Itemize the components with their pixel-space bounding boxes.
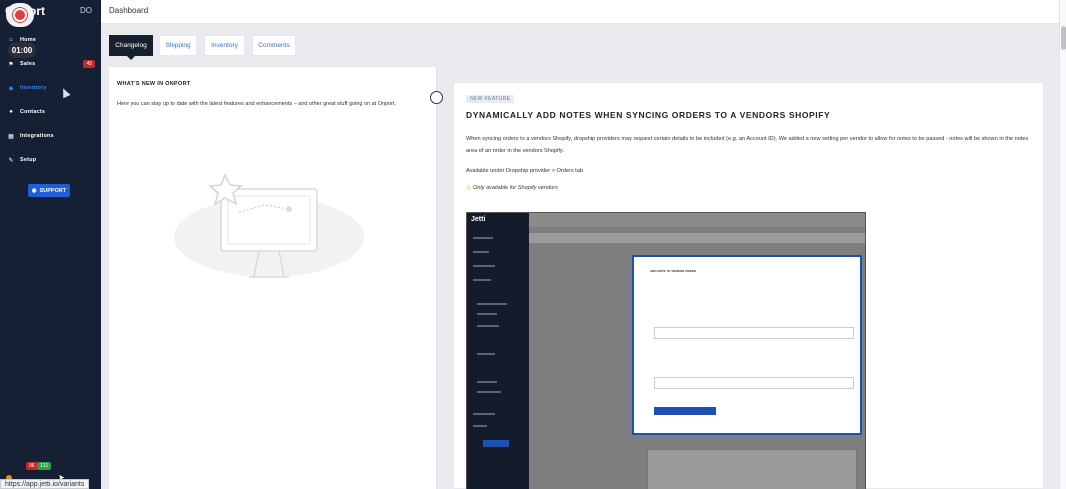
whats-new-heading: WHAT'S NEW IN ONPORT — [117, 81, 191, 87]
screenshot-tabs — [529, 233, 865, 243]
screenshot-modal: ADD NOTE TO VENDOR ORDER — [632, 255, 862, 435]
screenshot-field — [654, 327, 854, 339]
app-root: Onport DO ⌂ Home ⚑ Sales 45 ◆ Inventory … — [0, 0, 1066, 489]
support-label: SUPPORT — [39, 187, 67, 194]
page-title: Dashboard — [109, 6, 149, 15]
sidebar-item-inventory[interactable]: ◆ Inventory — [0, 81, 101, 95]
screenshot-nav-line — [477, 353, 495, 355]
tab-comments[interactable]: Comments — [252, 35, 296, 56]
tab-changelog[interactable]: Changelog — [109, 35, 153, 60]
screenshot-nav-line — [477, 303, 507, 305]
feature-paragraph: When syncing orders to a vendors Shopify… — [466, 136, 1029, 154]
new-feature-tag: NEW FEATURE — [466, 95, 515, 103]
user-icon: ● — [9, 109, 13, 115]
flag-icon: ⚑ — [8, 61, 14, 68]
tab-shipping[interactable]: Shipping — [159, 35, 197, 56]
screenshot-field — [654, 377, 854, 389]
feature-note-text: Only available for Shopify vendors — [473, 185, 558, 191]
whats-new-description: Here you can stay up to date with the la… — [117, 101, 397, 107]
whats-new-panel: WHAT'S NEW IN ONPORT Here you can stay u… — [109, 67, 436, 489]
screenshot-nav-line — [477, 325, 499, 327]
timeline-dot-icon — [430, 91, 443, 104]
screenshot-topbar — [529, 213, 865, 227]
screenshot-nav-line — [477, 313, 497, 315]
screenshot-nav-line — [477, 391, 501, 393]
sidebar-item-label: Inventory — [20, 85, 47, 91]
support-icon: ◉ — [31, 187, 37, 194]
feature-screenshot: Jetti ADD NOTE TO VENDOR ORDER — [466, 212, 866, 489]
screenshot-lower-section — [647, 449, 857, 489]
screenshot-nav-line — [473, 265, 495, 267]
record-icon — [13, 8, 27, 22]
sales-count-badge: 45 — [83, 60, 95, 68]
sidebar: Onport DO ⌂ Home ⚑ Sales 45 ◆ Inventory … — [0, 0, 101, 489]
sidebar-item-label: Setup — [20, 157, 37, 163]
sidebar-item-integrations[interactable]: ▦ Integrations — [0, 129, 101, 143]
warning-icon: ⚠ — [466, 185, 472, 191]
user-initials[interactable]: DO — [80, 6, 92, 15]
notification-badge-red[interactable]: 96 — [26, 462, 38, 470]
sidebar-item-contacts[interactable]: ● Contacts — [0, 105, 101, 119]
screenshot-support-button — [483, 440, 509, 447]
sidebar-item-setup[interactable]: ✎ Setup — [0, 153, 101, 167]
support-button[interactable]: ◉ SUPPORT — [28, 184, 70, 197]
feature-note: ⚠ Only available for Shopify vendors — [466, 182, 1038, 194]
screenshot-nav-line — [473, 425, 487, 427]
grid-icon: ▦ — [8, 133, 14, 140]
sidebar-item-label: Integrations — [20, 133, 54, 139]
record-button[interactable] — [6, 3, 34, 27]
feature-title: DYNAMICALLY ADD NOTES WHEN SYNCING ORDER… — [466, 110, 831, 120]
screenshot-nav-line — [473, 279, 491, 281]
tag-icon: ◆ — [8, 85, 14, 92]
screenshot-nav-line — [473, 251, 489, 253]
screenshot-nav-line — [473, 413, 495, 415]
monitor-illustration-icon — [174, 173, 364, 278]
screenshot-nav-line — [477, 381, 497, 383]
tab-inventory[interactable]: Inventory — [204, 35, 245, 56]
notification-badge-green[interactable]: 131 — [37, 462, 52, 470]
screenshot-brand: Jetti — [471, 216, 486, 223]
sidebar-item-label: Contacts — [20, 109, 46, 115]
wrench-icon: ✎ — [8, 157, 14, 164]
sidebar-item-label: Sales — [20, 61, 36, 67]
topbar: Dashboard — [101, 0, 1059, 24]
screenshot-nav-line — [473, 237, 493, 239]
scrollbar-thumb[interactable] — [1061, 26, 1066, 50]
sidebar-item-sales[interactable]: ⚑ Sales 45 — [0, 57, 101, 71]
screenshot-sidebar: Jetti — [467, 213, 529, 489]
timeline-line — [436, 67, 437, 489]
screenshot-modal-title: ADD NOTE TO VENDOR ORDER — [650, 269, 696, 273]
screenshot-add-button — [654, 407, 716, 415]
feature-availability: Available under Dropship provider > Orde… — [466, 168, 583, 174]
page-scrollbar[interactable] — [1059, 0, 1066, 489]
recording-timer: 01:00 — [8, 42, 36, 58]
status-url: https://app.jetti.io/variants — [0, 479, 90, 489]
feature-card: NEW FEATURE DYNAMICALLY ADD NOTES WHEN S… — [453, 82, 1044, 489]
